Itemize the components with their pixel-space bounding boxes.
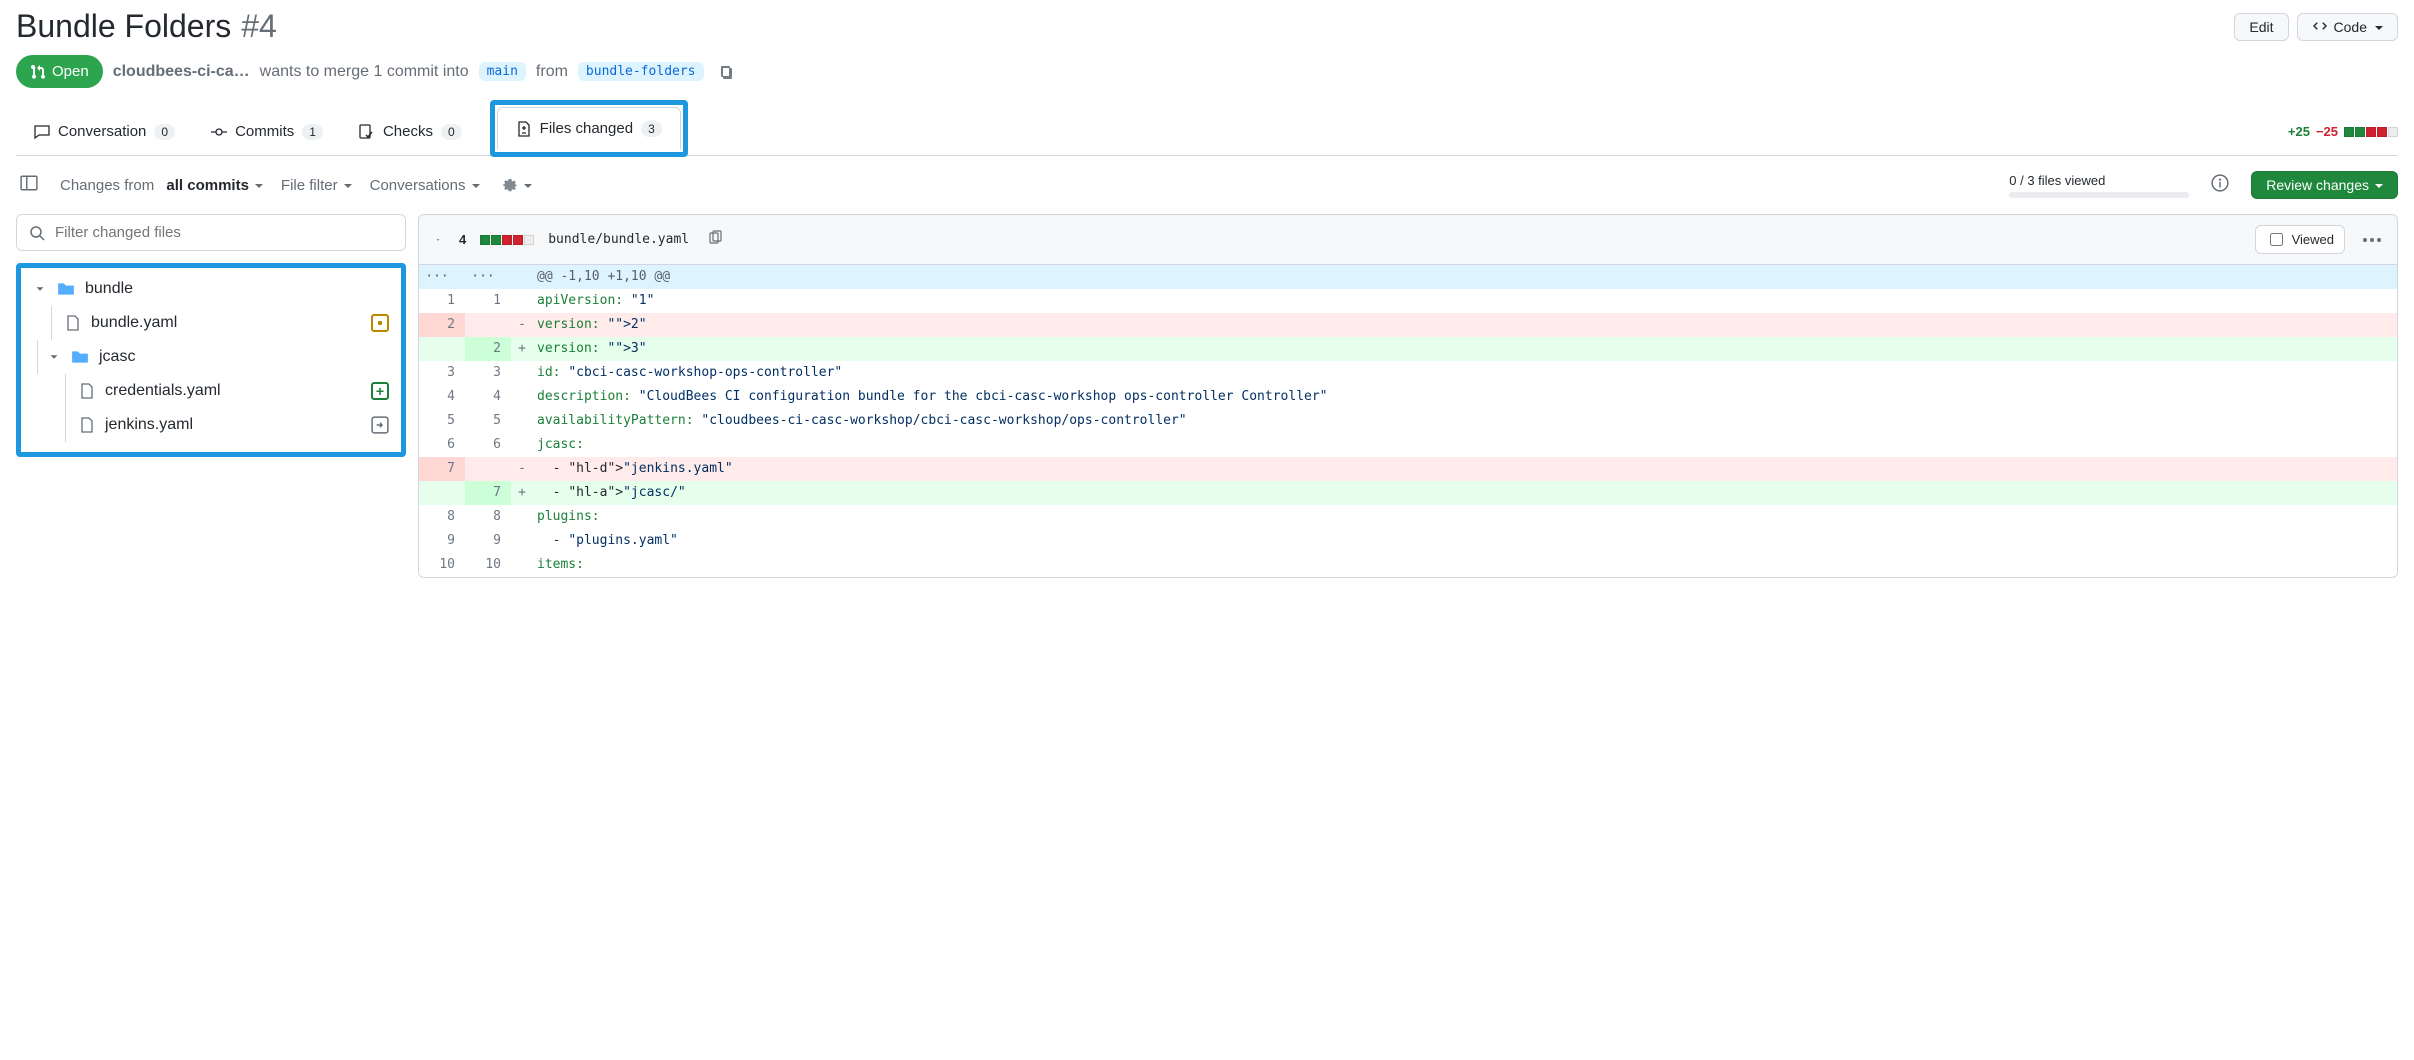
edit-button[interactable]: Edit	[2234, 13, 2288, 41]
filter-files-input[interactable]	[53, 223, 393, 242]
diff-line[interactable]: 55 availabilityPattern: "cloudbees-ci-ca…	[419, 409, 2397, 433]
file-diff-icon	[516, 121, 532, 137]
comment-icon	[34, 124, 50, 140]
file-filter-dropdown[interactable]: File filter	[281, 177, 352, 194]
base-branch[interactable]: main	[479, 62, 526, 81]
merge-phrase-1: wants to merge 1 commit into	[260, 63, 469, 81]
tab-files-changed[interactable]: Files changed 3	[497, 107, 681, 150]
pr-number: #4	[241, 8, 277, 45]
conversations-dropdown[interactable]: Conversations	[370, 177, 480, 194]
expand-up-icon[interactable]: ···	[465, 265, 511, 289]
diff-settings-dropdown[interactable]	[498, 173, 536, 197]
diff-line[interactable]: 2+version: "">3"	[419, 337, 2397, 361]
added-icon: +	[371, 382, 389, 400]
pr-state-open: Open	[16, 55, 103, 88]
git-pull-request-icon	[30, 64, 46, 80]
gear-icon	[502, 177, 518, 193]
copy-path-icon[interactable]	[703, 226, 727, 253]
diff-line[interactable]: 66 jcasc:	[419, 433, 2397, 457]
tab-commits[interactable]: Commits 1	[193, 111, 341, 152]
tree-folder-jcasc[interactable]: jcasc	[21, 340, 401, 374]
diff-line[interactable]: 11 apiVersion: "1"	[419, 289, 2397, 313]
pr-author[interactable]: cloudbees-ci-ca…	[113, 63, 250, 81]
tree-file-credentials[interactable]: credentials.yaml +	[21, 374, 401, 408]
file-icon	[65, 315, 81, 331]
tab-conversation[interactable]: Conversation 0	[16, 111, 193, 152]
file-path-link[interactable]: bundle/bundle.yaml	[548, 232, 689, 247]
hunk-header-row: ··· ··· @@ -1,10 +1,10 @@	[419, 265, 2397, 289]
tree-file-bundle-yaml[interactable]: bundle.yaml	[21, 306, 401, 340]
diff-line[interactable]: 99 - "plugins.yaml"	[419, 529, 2397, 553]
file-menu-kebab[interactable]	[2359, 234, 2385, 246]
moved-icon	[371, 416, 389, 434]
head-branch[interactable]: bundle-folders	[578, 62, 704, 81]
chevron-down-icon	[33, 282, 47, 296]
changes-from-dropdown[interactable]: Changes from all commits	[60, 177, 263, 194]
toggle-sidebar-icon[interactable]	[16, 170, 42, 200]
folder-icon	[57, 280, 75, 298]
diff-line[interactable]: 7+ - "hl-a">"jcasc/"	[419, 481, 2397, 505]
file-change-count: 4	[459, 232, 466, 247]
checklist-icon	[359, 124, 375, 140]
file-icon	[79, 383, 95, 399]
diff-line[interactable]: 88 plugins:	[419, 505, 2397, 529]
modified-icon	[371, 314, 389, 332]
file-tree-highlight: bundle bundle.yaml jcasc credentials.yam…	[16, 263, 406, 457]
code-button[interactable]: Code	[2297, 13, 2398, 41]
files-changed-highlight: Files changed 3	[490, 100, 688, 157]
search-icon	[29, 225, 45, 241]
tree-file-jenkins[interactable]: jenkins.yaml	[21, 408, 401, 442]
tree-folder-bundle[interactable]: bundle	[21, 272, 401, 306]
filter-files-input-wrap[interactable]	[16, 214, 406, 251]
merge-phrase-2: from	[536, 63, 568, 81]
diff-line[interactable]: 44 description: "CloudBees CI configurat…	[419, 385, 2397, 409]
code-icon	[2312, 19, 2328, 35]
diff-line[interactable]: 1010 items:	[419, 553, 2397, 577]
viewed-checkbox[interactable]: Viewed	[2255, 225, 2345, 254]
diffstat-summary: +25 −25	[2288, 124, 2398, 139]
diff-line[interactable]: 7- - "hl-d">"jenkins.yaml"	[419, 457, 2397, 481]
diff-line[interactable]: 33 id: "cbci-casc-workshop-ops-controlle…	[419, 361, 2397, 385]
commit-icon	[211, 124, 227, 140]
expand-up-icon[interactable]: ···	[419, 265, 465, 289]
copy-branch-icon[interactable]	[714, 59, 738, 85]
tab-checks[interactable]: Checks 0	[341, 111, 480, 152]
pr-title-text: Bundle Folders	[16, 8, 231, 45]
chevron-down-icon	[47, 350, 61, 364]
collapse-file-icon[interactable]	[431, 233, 445, 247]
file-icon	[79, 417, 95, 433]
diff-table: ··· ··· @@ -1,10 +1,10 @@ 11 apiVersion:…	[419, 265, 2397, 577]
info-icon[interactable]	[2207, 170, 2233, 200]
diff-file-panel: 4 bundle/bundle.yaml Viewed ··· ···	[418, 214, 2398, 578]
pr-title: Bundle Folders #4	[16, 8, 277, 45]
file-diffstat-blocks	[480, 235, 534, 245]
folder-icon	[71, 348, 89, 366]
review-changes-button[interactable]: Review changes	[2251, 171, 2398, 199]
files-viewed-progress: 0 / 3 files viewed	[2009, 173, 2189, 198]
diff-line[interactable]: 2-version: "">2"	[419, 313, 2397, 337]
